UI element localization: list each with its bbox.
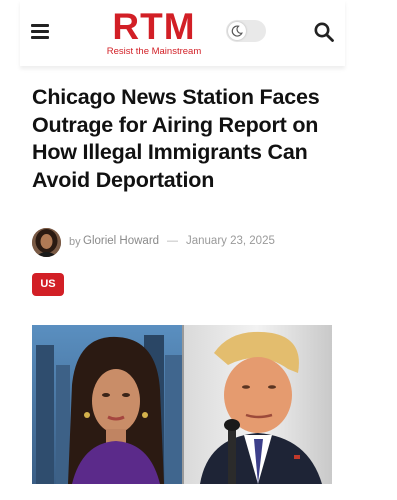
dark-mode-toggle[interactable]	[226, 20, 266, 42]
article-byline: by Gloriel Howard — January 23, 2025	[32, 226, 332, 260]
moon-icon	[231, 25, 243, 37]
byline-separator: —	[167, 235, 178, 247]
logo-tagline: Resist the Mainstream	[106, 46, 202, 57]
site-header: RTM Resist the Mainstream	[20, 0, 345, 66]
author-link[interactable]: Gloriel Howard	[83, 235, 159, 247]
byline-prefix: by	[69, 236, 81, 248]
logo-text: RTM	[112, 6, 196, 47]
hero-image	[32, 325, 332, 484]
article-title: Chicago News Station Faces Outrage for A…	[32, 85, 320, 192]
site-logo[interactable]: RTM Resist the Mainstream	[100, 6, 212, 58]
search-icon[interactable]	[313, 21, 335, 43]
toggle-knob	[228, 22, 246, 40]
category-badge[interactable]: US	[32, 273, 64, 296]
author-avatar[interactable]	[32, 228, 61, 257]
publish-date: January 23, 2025	[186, 235, 275, 247]
hamburger-menu-icon[interactable]	[31, 24, 51, 40]
